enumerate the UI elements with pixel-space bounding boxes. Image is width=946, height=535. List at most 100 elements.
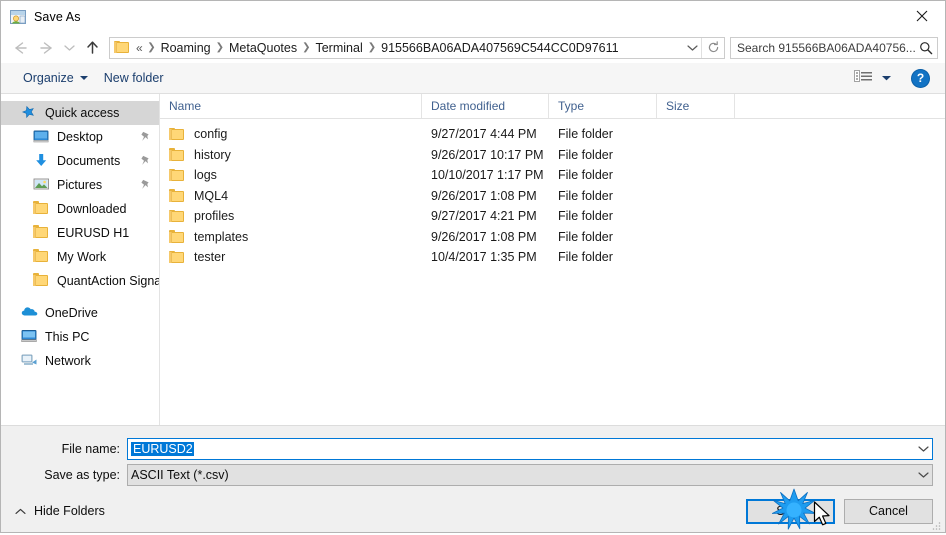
recent-locations-button[interactable] bbox=[59, 36, 79, 60]
file-name-label: tester bbox=[194, 250, 226, 265]
file-date-cell: 10/10/2017 1:17 PM bbox=[431, 168, 544, 183]
table-row[interactable]: tester 10/4/2017 1:35 PM File folder bbox=[160, 247, 945, 268]
file-type-cell: File folder bbox=[558, 188, 613, 203]
organize-button[interactable]: Organize bbox=[15, 67, 96, 90]
chevron-up-icon bbox=[15, 504, 26, 518]
column-header-type-label: Type bbox=[558, 99, 585, 113]
file-type-cell: File folder bbox=[558, 168, 613, 183]
breadcrumb-item-terminal[interactable]: Terminal bbox=[312, 41, 365, 55]
file-name-cell: profiles bbox=[160, 209, 422, 223]
breadcrumb: « ❯ Roaming ❯ MetaQuotes ❯ Terminal ❯ 91… bbox=[133, 41, 683, 55]
folder-icon bbox=[33, 273, 50, 289]
folder-icon bbox=[169, 168, 185, 182]
sidebar-item-my-work[interactable]: My Work bbox=[1, 245, 159, 269]
folder-icon bbox=[169, 250, 185, 264]
navigation-bar: « ❯ Roaming ❯ MetaQuotes ❯ Terminal ❯ 91… bbox=[1, 32, 945, 63]
folder-icon bbox=[33, 249, 50, 265]
file-name-label: templates bbox=[194, 229, 249, 244]
sidebar-item-eurusd-h1[interactable]: EURUSD H1 bbox=[1, 221, 159, 245]
sidebar-item-this-pc[interactable]: This PC bbox=[1, 325, 159, 349]
breadcrumb-separator: ❯ bbox=[367, 42, 377, 53]
close-button[interactable] bbox=[899, 1, 945, 31]
sidebar-item-label: My Work bbox=[57, 250, 107, 264]
help-button[interactable]: ? bbox=[912, 69, 929, 87]
up-button[interactable] bbox=[79, 36, 105, 60]
pictures-icon bbox=[33, 177, 50, 193]
file-name-input[interactable]: EURUSD2 bbox=[127, 438, 933, 460]
forward-button[interactable] bbox=[33, 36, 59, 60]
star-pin-icon bbox=[21, 105, 38, 121]
table-row[interactable]: templates 9/26/2017 1:08 PM File folder bbox=[160, 227, 945, 248]
sidebar-item-label: Desktop bbox=[57, 130, 103, 144]
column-header-name-label: Name bbox=[169, 99, 202, 113]
sidebar-item-onedrive[interactable]: OneDrive bbox=[1, 301, 159, 325]
title-bar: Save As bbox=[1, 1, 945, 32]
file-name-cell: config bbox=[160, 127, 422, 141]
file-date-cell: 9/27/2017 4:21 PM bbox=[431, 209, 537, 224]
chevron-down-icon[interactable] bbox=[915, 445, 932, 453]
column-header-name[interactable]: Name bbox=[160, 94, 422, 118]
column-header-type[interactable]: Type bbox=[549, 94, 657, 118]
file-name-label: config bbox=[194, 127, 228, 142]
documents-icon bbox=[33, 153, 50, 169]
onedrive-icon bbox=[21, 305, 38, 321]
pin-icon bbox=[140, 179, 151, 193]
file-type-cell: File folder bbox=[558, 229, 613, 244]
sidebar-item-downloaded[interactable]: Downloaded bbox=[1, 197, 159, 221]
file-name-cell: templates bbox=[160, 230, 422, 244]
table-row[interactable]: MQL4 9/26/2017 1:08 PM File folder bbox=[160, 186, 945, 207]
column-header-size[interactable]: Size bbox=[657, 94, 735, 118]
breadcrumb-overflow[interactable]: « bbox=[133, 41, 145, 55]
search-input[interactable]: Search 915566BA06ADA40756... bbox=[730, 36, 938, 59]
table-row[interactable]: profiles 9/27/2017 4:21 PM File folder bbox=[160, 206, 945, 227]
file-type-cell: File folder bbox=[558, 250, 613, 265]
sidebar-item-label: Quick access bbox=[45, 106, 120, 120]
file-date-cell: 9/27/2017 4:44 PM bbox=[431, 127, 537, 142]
save-as-type-select[interactable]: ASCII Text (*.csv) bbox=[127, 464, 933, 486]
sidebar-item-desktop[interactable]: Desktop bbox=[1, 125, 159, 149]
new-folder-button[interactable]: New folder bbox=[96, 67, 172, 90]
chevron-down-icon bbox=[881, 74, 892, 82]
folder-icon bbox=[169, 127, 185, 141]
save-button[interactable]: Save bbox=[746, 498, 835, 524]
table-row[interactable]: config 9/27/2017 4:44 PM File folder bbox=[160, 124, 945, 145]
hide-folders-button[interactable]: Hide Folders bbox=[11, 504, 105, 518]
file-name-label: logs bbox=[194, 168, 217, 183]
sidebar-item-quantaction-signal[interactable]: QuantAction Signal bbox=[1, 269, 159, 293]
search-icon[interactable] bbox=[915, 41, 937, 55]
refresh-icon[interactable] bbox=[701, 37, 724, 58]
sidebar-item-documents[interactable]: Documents bbox=[1, 149, 159, 173]
bottom-panel: File name: EURUSD2 Save as type: ASCII T… bbox=[1, 425, 945, 532]
column-header-date-label: Date modified bbox=[431, 99, 506, 113]
folder-icon bbox=[169, 148, 185, 161]
chevron-down-icon[interactable] bbox=[915, 471, 932, 479]
file-name-cell: logs bbox=[160, 168, 422, 182]
desktop-icon bbox=[33, 129, 50, 145]
sidebar-item-label: This PC bbox=[45, 330, 90, 344]
folder-icon bbox=[33, 201, 50, 217]
breadcrumb-item-metaquotes[interactable]: MetaQuotes bbox=[226, 41, 300, 55]
table-row[interactable]: logs 10/10/2017 1:17 PM File folder bbox=[160, 165, 945, 186]
folder-icon bbox=[114, 40, 130, 55]
change-view-button[interactable] bbox=[850, 67, 896, 90]
sidebar-item-quick-access[interactable]: Quick access bbox=[1, 101, 159, 125]
file-name-cell: MQL4 bbox=[160, 189, 422, 203]
table-row[interactable]: history 9/26/2017 10:17 PM File folder bbox=[160, 145, 945, 166]
resize-grip[interactable] bbox=[931, 520, 941, 530]
breadcrumb-item-current[interactable]: 915566BA06ADA407569C544CC0D97611 bbox=[378, 41, 621, 55]
cancel-button[interactable]: Cancel bbox=[844, 498, 933, 524]
file-date-cell: 10/4/2017 1:35 PM bbox=[431, 250, 537, 265]
breadcrumb-item-roaming[interactable]: Roaming bbox=[158, 41, 214, 55]
save-as-dialog: Save As « ❯ Roaming ❯ MetaQuotes ❯ Termi… bbox=[0, 0, 946, 533]
folder-icon bbox=[169, 209, 185, 223]
address-bar[interactable]: « ❯ Roaming ❯ MetaQuotes ❯ Terminal ❯ 91… bbox=[109, 36, 725, 59]
back-button[interactable] bbox=[7, 36, 33, 60]
file-date-cell: 9/26/2017 1:08 PM bbox=[431, 188, 537, 203]
chevron-down-icon[interactable] bbox=[683, 44, 701, 52]
sidebar-item-label: Pictures bbox=[57, 178, 103, 192]
column-header-date-modified[interactable]: Date modified bbox=[422, 94, 549, 118]
network-icon bbox=[21, 353, 38, 369]
column-header-row: Name Date modified Type Size bbox=[160, 94, 945, 119]
sidebar-item-pictures[interactable]: Pictures bbox=[1, 173, 159, 197]
sidebar-item-network[interactable]: Network bbox=[1, 349, 159, 373]
